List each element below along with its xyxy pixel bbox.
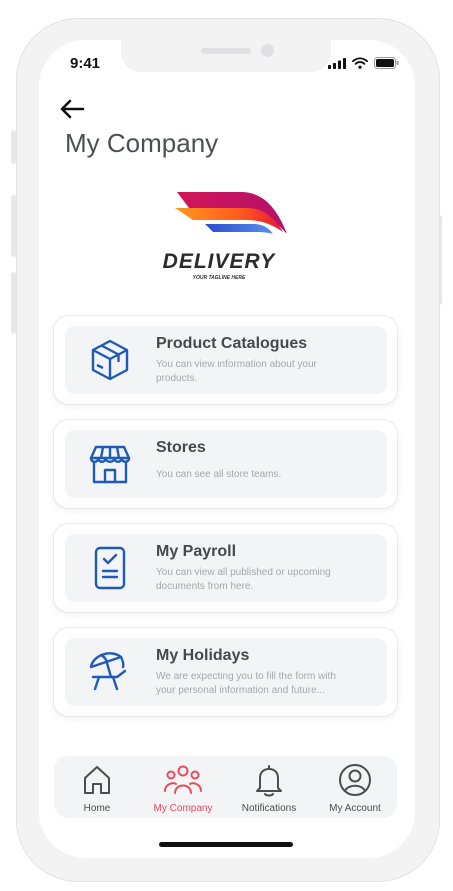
- menu-card-title: Product Catalogues: [156, 335, 308, 352]
- page-title: My Company: [65, 128, 219, 158]
- menu-card-my-holidays[interactable]: My Holidays We are expecting you to fill…: [54, 628, 397, 716]
- menu-card-title: Stores: [156, 439, 206, 456]
- menu-card-product-catalogues[interactable]: Product Catalogues You can view informat…: [54, 316, 397, 404]
- menu-card-description: You can see all store teams.: [156, 469, 282, 480]
- speaker: [201, 48, 251, 54]
- logo-tagline: YOUR TAGLINE HERE: [192, 275, 246, 281]
- store-icon: [89, 445, 131, 484]
- menu-card-my-payroll[interactable]: My Payroll You can view all published or…: [54, 524, 397, 612]
- company-logo: DELIVERY YOUR TAGLINE HERE: [149, 188, 289, 288]
- menu-card-description: We are expecting you to fill the form wi…: [156, 671, 336, 696]
- clipboard-check-icon: [94, 546, 126, 590]
- user-circle-icon: [339, 764, 371, 796]
- tab-label: My Account: [329, 803, 381, 814]
- menu-card-description: You can view all published or upcoming d…: [156, 567, 331, 592]
- camera: [261, 44, 274, 57]
- tab-my-company[interactable]: My Company: [140, 756, 226, 818]
- bottom-tab-bar: Home My Company Notifications My Account: [54, 756, 397, 818]
- box-icon: [91, 339, 129, 381]
- menu-card-description: You can view information about your prod…: [156, 359, 317, 384]
- wifi-icon: [352, 57, 368, 69]
- cellular-signal-icon: [328, 57, 346, 69]
- menu-card-title: My Payroll: [156, 543, 237, 560]
- status-icons: [328, 57, 399, 69]
- status-time: 9:41: [70, 55, 101, 72]
- team-icon: [164, 765, 202, 794]
- beach-umbrella-icon: [89, 652, 127, 691]
- home-indicator: [159, 842, 293, 847]
- tab-label: Home: [83, 803, 111, 814]
- tab-home[interactable]: Home: [54, 756, 140, 818]
- logo-wordmark: DELIVERY: [162, 250, 276, 273]
- notch: [121, 40, 331, 72]
- home-icon: [84, 766, 110, 794]
- phone-screen: 9:41 My Company DELIVERY YOUR TAGLINE HE…: [39, 40, 415, 858]
- menu-card-body: My Payroll You can view all published or…: [65, 534, 387, 602]
- tab-my-account[interactable]: My Account: [312, 756, 398, 818]
- tab-label: Notifications: [241, 803, 297, 814]
- menu-card-body: Product Catalogues You can view informat…: [65, 326, 387, 394]
- menu-card-stores[interactable]: Stores You can see all store teams.: [54, 420, 397, 508]
- menu-card-body: My Holidays We are expecting you to fill…: [65, 638, 387, 706]
- bell-icon: [256, 765, 282, 797]
- tab-notifications[interactable]: Notifications: [226, 756, 312, 818]
- delivery-wing-logo-icon: [175, 192, 287, 234]
- menu-card-body: Stores You can see all store teams.: [65, 430, 387, 498]
- menu-card-title: My Holidays: [156, 647, 250, 664]
- back-arrow-icon[interactable]: [59, 98, 85, 120]
- tab-label: My Company: [153, 803, 213, 814]
- battery-icon: [374, 57, 399, 69]
